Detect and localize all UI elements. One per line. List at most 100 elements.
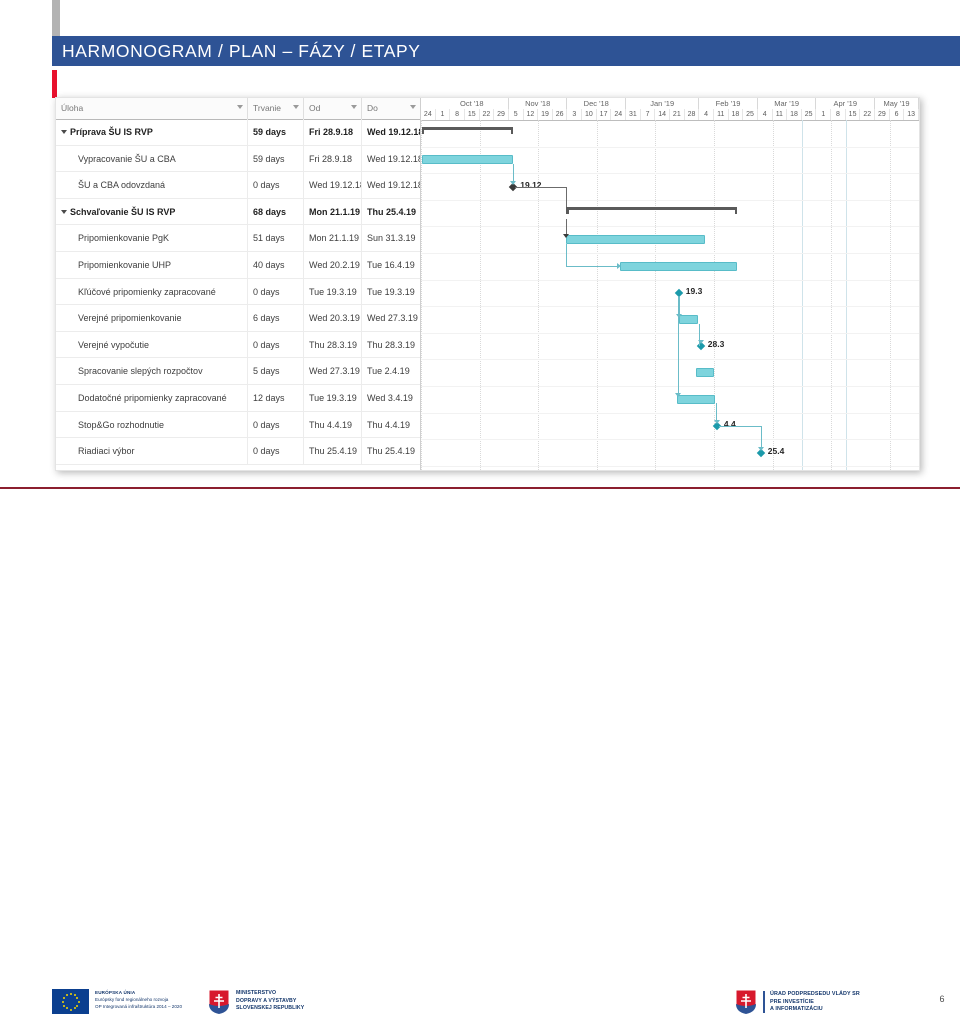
eu-star-icon [62,1004,65,1007]
timeline-day-tick: 14 [655,109,670,120]
cell-finish-date: Wed 27.3.19 [367,313,418,324]
filter-chevron-down-icon[interactable] [293,105,299,109]
dependency-link [566,186,567,208]
timeline-day-tick: 31 [626,109,641,120]
cell-task-name: Vypracovanie ŠU a CBA [56,145,248,173]
column-header-uloha[interactable]: Úloha [56,98,248,119]
dependency-arrow [697,340,704,345]
cell-start-date: Wed 20.2.19 [304,251,362,279]
filter-chevron-down-icon[interactable] [237,105,243,109]
table-row[interactable]: Verejné vypočutie 0 days Thu 28.3.19 Thu 28… [56,331,420,359]
milestone-label: 28.3 [707,339,725,350]
cell-start-date: Wed 19.12.18 [304,172,362,199]
timeline-month-label: Mar '19 [758,98,817,109]
dependency-link [566,266,619,268]
gantt-task-bar[interactable] [620,261,738,271]
timeline-day-tick: 25 [802,109,817,120]
gantt-row-separator [421,359,919,361]
timeline-day-tick: 19 [538,109,553,120]
timeline-day-tick: 8 [450,109,465,120]
timeline-day-tick: 25 [743,109,758,120]
eu-star-icon [76,1004,79,1007]
column-header-label: Úloha [61,103,84,113]
milestone-label: 25.4 [767,445,785,456]
dependency-link [566,243,567,267]
eu-star-icon [76,996,79,999]
timeline-day-tick: 28 [685,109,700,120]
task-rows: Príprava ŠU IS RVP 59 days Fri 28.9.18 Wed … [56,119,420,470]
gantt-row-separator [421,465,919,467]
timeline-month-label: May '19 [875,98,919,109]
filter-chevron-down-icon[interactable] [351,105,357,109]
table-row[interactable]: Kľúčové pripomienky zapracované 0 days Tue… [56,278,420,306]
timeline-day-tick: 22 [480,109,495,120]
timeline-day-tick: 21 [670,109,685,120]
dependency-link [566,219,567,235]
gantt-task-bar[interactable] [677,394,716,404]
dependency-link [513,163,515,182]
column-header-label: Trvanie [253,103,282,113]
cell-task-name: Riadiaci výbor [56,438,248,465]
milestone-label: 4.4 [723,418,736,429]
table-row[interactable]: Vypracovanie ŠU a CBA 59 days Fri 28.9.18 W… [56,145,420,173]
timeline-day-tick: 13 [904,109,919,120]
timeline-month-label: Dec '18 [567,98,627,109]
gantt-task-bar[interactable] [696,368,714,378]
cell-finish-date: Wed 19.12.18 [367,127,420,137]
table-row[interactable]: Spracovanie slepých rozpočtov 5 days Wed 2… [56,358,420,385]
table-row[interactable]: Stop&Go rozhodnutie 0 days Thu 4.4.19 Thu 4… [56,411,420,439]
eu-star-icon [77,1000,80,1003]
column-header-od[interactable]: Od [304,98,362,119]
cell-duration: 40 days [248,251,304,279]
cell-task-name: Pripomienkovanie PgK [56,225,248,252]
column-header-label: Od [309,103,321,113]
eu-star-icon [61,1000,64,1003]
cell-task-name: Stop&Go rozhodnutie [56,411,248,439]
table-row[interactable]: Riadiaci výbor 0 days Thu 25.4.19 Thu 25.4.… [56,438,420,465]
gantt-summary-bar[interactable] [421,127,514,135]
timeline-day-tick: 24 [421,109,436,120]
cell-duration: 51 days [248,225,304,252]
cell-start-date: Tue 19.3.19 [304,278,362,306]
cell-duration: 6 days [248,305,304,332]
table-row[interactable]: Pripomienkovanie UHP 40 days Wed 20.2.19 Tu… [56,251,420,279]
gantt-task-bar[interactable] [566,235,706,245]
timeline-day-tick: 4 [699,109,714,120]
column-header-trvanie[interactable]: Trvanie [248,98,304,119]
cell-finish-date: Thu 4.4.19 [367,419,411,430]
column-header-do[interactable]: Do [362,98,420,119]
timeline-day-tick: 5 [509,109,524,120]
timeline-day-tick: 3 [567,109,583,120]
cell-start-date: Fri 28.9.18 [304,119,362,146]
timeline-day-tick: 15 [465,109,480,120]
cell-finish-date: Wed 3.4.19 [367,392,413,403]
table-row[interactable]: Príprava ŠU IS RVP 59 days Fri 28.9.18 Wed … [56,119,420,146]
dependency-arrow [713,419,720,424]
eu-star-icon [73,1007,76,1010]
table-row[interactable]: Verejné pripomienkovanie 6 days Wed 20.3.1… [56,305,420,332]
gantt-row-separator [421,199,919,201]
table-row[interactable]: Pripomienkovanie PgK 51 days Mon 21.1.19 Su… [56,225,420,252]
timeline-day-tick: 6 [890,109,905,120]
timeline-month-label: Oct '18 [436,98,509,109]
table-row[interactable]: ŠU a CBA odovzdaná 0 days Wed 19.12.18 Wed … [56,172,420,199]
timeline-day-tick: 1 [816,109,832,120]
top-gray-accent [52,0,60,36]
gantt-row-separator [421,306,919,308]
cell-task-name: Pripomienkovanie UHP [56,251,248,279]
slovak-coat-of-arms-icon [208,989,230,1015]
table-row[interactable]: Schvaľovanie ŠU IS RVP 68 days Mon 21.1.19… [56,198,420,226]
cell-finish-date: Tue 19.3.19 [367,286,415,297]
gantt-task-bar[interactable] [421,155,514,165]
timeline-day-tick: 18 [729,109,744,120]
cell-start-date: Thu 25.4.19 [304,438,362,465]
filter-chevron-down-icon[interactable] [410,105,416,109]
table-row[interactable]: Dodatočné pripomienky zapracované 12 days… [56,384,420,412]
timeline-day-tick: 11 [773,109,788,120]
gantt-summary-bar[interactable] [566,207,738,215]
eu-star-icon [69,1008,72,1011]
timeline-month-label: Apr '19 [816,98,876,109]
vicepm-line-1: ÚRAD PODPREDSEDU VLÁDY SR [770,991,860,997]
timeline-day-tick: 22 [860,109,876,120]
dependency-link [678,296,680,395]
